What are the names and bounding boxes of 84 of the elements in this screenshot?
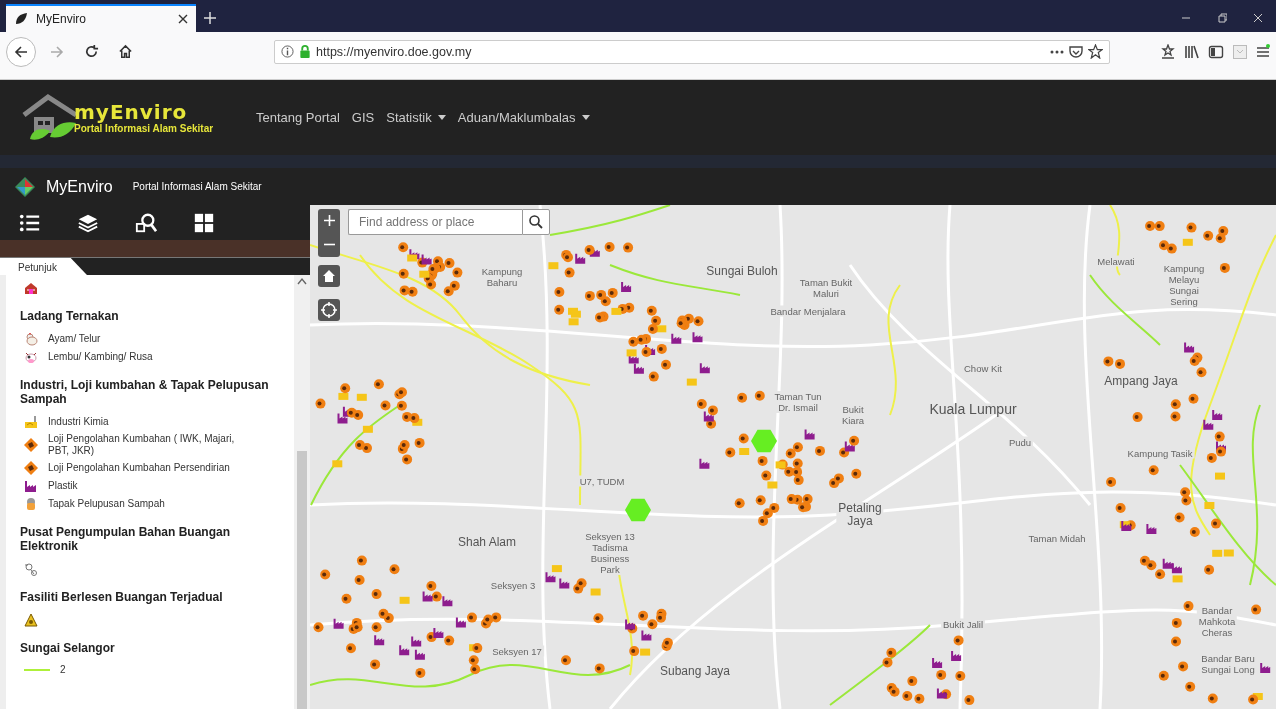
library-icon[interactable] [1184, 43, 1200, 60]
menu-icon[interactable] [1256, 43, 1270, 60]
trash-icon [24, 497, 38, 511]
lock-icon [299, 45, 311, 58]
map-label: Bandar Mahkota Cheras [1196, 604, 1238, 638]
map-label: Chow Kit [962, 362, 1004, 374]
legend-heading: Pusat Pengumpulan Bahan Buangan Elektronik [20, 525, 232, 553]
diamond-logo-icon [14, 175, 36, 198]
search-field[interactable]: Find address or place [348, 209, 522, 235]
factory-icon [24, 479, 38, 493]
sidebar-icon[interactable] [1208, 43, 1224, 60]
legend-heading: Ladang Ternakan [20, 309, 120, 323]
address-bar[interactable]: https://myenviro.doe.gov.my [274, 39, 1110, 64]
nav-link[interactable]: Tentang Portal [256, 110, 340, 125]
search-icon[interactable] [135, 211, 157, 234]
map-label: Kampung Tasik [1125, 447, 1195, 459]
nav-dropdown[interactable]: Aduan/Maklumbalas [457, 110, 590, 125]
more-icon[interactable] [1050, 49, 1064, 54]
map-label: Melawati [1095, 255, 1137, 267]
legend-label: 2 [60, 664, 66, 676]
map-label: Pudu [1006, 436, 1034, 448]
map-label: Taman Midah [1026, 532, 1088, 544]
map-label: Shah Alam [456, 535, 518, 549]
scrollbar[interactable] [294, 275, 310, 709]
map-label: Petaling Jaya [836, 502, 884, 528]
map-label: Bukit Kiara [839, 404, 867, 426]
pocket-icon[interactable] [1069, 44, 1083, 59]
nav-link[interactable]: GIS [351, 110, 375, 125]
back-icon[interactable] [13, 43, 29, 60]
map-label: Seksyen 13 Tadisma Business Park [583, 531, 637, 575]
legend-label: Lembu/ Kambing/ Rusa [48, 351, 153, 363]
panel-tab[interactable]: Petunjuk [6, 258, 87, 275]
legend-label: Tapak Pelupusan Sampah [48, 498, 165, 510]
nav-dropdown[interactable]: Statistik [386, 110, 446, 125]
restore-icon[interactable] [1217, 13, 1227, 23]
logo-title: myEnviro [74, 101, 188, 123]
app-title: MyEnviro [46, 177, 113, 196]
map-label: Sungai Buloh [704, 264, 780, 278]
factory-icon [24, 415, 38, 429]
river-line-icon [24, 668, 50, 672]
grid-icon[interactable] [193, 211, 215, 234]
map-label: Taman Tun Dr. Ismail [772, 391, 824, 413]
legend-label: Industri Kimia [48, 416, 109, 428]
search-button[interactable] [522, 209, 550, 235]
map-label: Kampung Melayu Sungai Sering [1161, 263, 1207, 307]
marker-cluster-drawing [398, 242, 463, 297]
home-icon[interactable] [117, 44, 133, 59]
diamond-icon [24, 461, 38, 475]
app-subtitle: Portal Informasi Alam Sekitar [132, 181, 262, 192]
leaf-icon [14, 12, 28, 26]
legend-label: Loji Pengolahan Kumbahan ( IWK, Majari, PBT, JKR) [48, 433, 236, 457]
warning-icon [24, 613, 38, 627]
map-label: Bukit Jalil [940, 618, 986, 630]
logo-subtitle: Portal Informasi Alam Sekitar [74, 123, 214, 134]
map-label: Seksyen 17 [490, 645, 544, 657]
scrollbar-thumb[interactable] [297, 451, 307, 709]
map-label: U7, TUDM [577, 475, 627, 487]
map-label: Kuala Lumpur [927, 403, 1019, 415]
diamond-icon [24, 438, 38, 452]
map-label: Taman Bukit Maluri [797, 277, 855, 299]
map-label: Kampung Baharu [479, 266, 525, 288]
browser-tab[interactable]: MyEnviro [6, 4, 196, 32]
plus-icon[interactable] [204, 12, 216, 24]
reload-icon[interactable] [83, 44, 99, 59]
hexagon-marker[interactable] [625, 498, 651, 522]
map-label: Seksyen 3 [488, 579, 538, 591]
close-icon[interactable] [178, 14, 188, 24]
legend-heading: Sungai Selangor [20, 641, 116, 655]
legend-label: Ayam/ Telur [48, 333, 101, 345]
map-label: Subang Jaya [657, 664, 733, 678]
search-icon[interactable] [529, 215, 543, 229]
barn-icon [24, 281, 38, 295]
map-label: Ampang Jaya [1102, 374, 1180, 388]
legend-heading: Industri, Loji kumbahan & Tapak Pelupusan Sampah [20, 378, 270, 406]
legend-label: Loji Pengolahan Kumbahan Persendirian [48, 462, 230, 474]
info-icon[interactable] [281, 45, 294, 58]
bookmarks-icon[interactable] [1160, 43, 1176, 60]
hexagon-marker[interactable] [751, 429, 777, 453]
map-label: Bandar Menjalara [768, 305, 848, 317]
legend-label: Plastik [48, 480, 78, 492]
scroll-up-icon[interactable] [297, 277, 307, 285]
map-label: Bandar Baru Sungai Long [1199, 653, 1257, 675]
legend-heading: Fasiliti Berlesen Buangan Terjadual [20, 590, 224, 604]
star-icon[interactable] [1088, 44, 1103, 59]
